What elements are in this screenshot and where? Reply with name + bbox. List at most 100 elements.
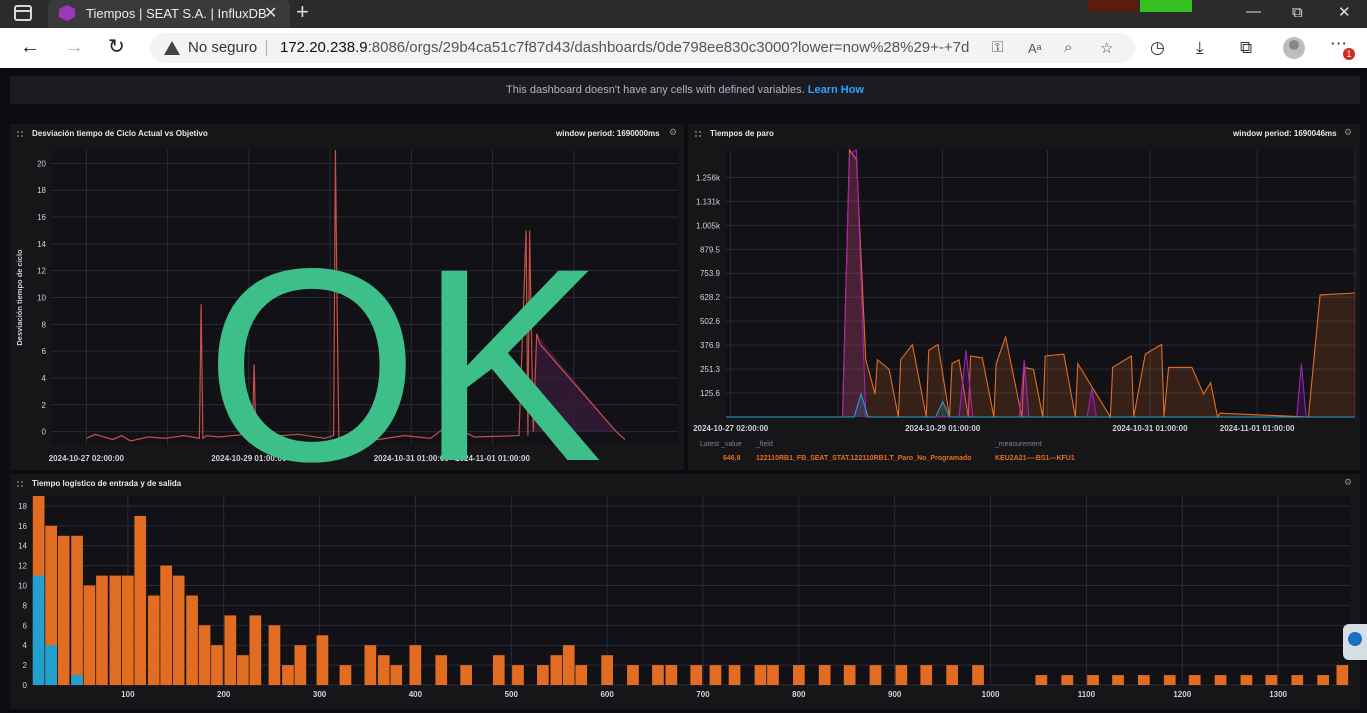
histogram-bar <box>294 645 307 685</box>
histogram-bar <box>282 665 294 685</box>
tab-actions-icon[interactable] <box>14 5 32 21</box>
histogram-bar <box>946 665 958 685</box>
histogram-bar <box>160 565 172 685</box>
logistic-histogram-chart[interactable]: 0 2 4 6 8 10 12 14 16 18 100 200 300 400 500 600 700 800 9… <box>10 474 1360 709</box>
y-tick-label: 8 <box>42 320 47 329</box>
refresh-icon[interactable]: ↻ <box>108 34 125 59</box>
x-tick-label: 800 <box>792 690 806 699</box>
y-tick-label: 10 <box>18 582 27 591</box>
notice-text: This dashboard doesn't have any cells wi… <box>506 84 805 96</box>
histogram-bar <box>1061 675 1074 685</box>
histogram-bar <box>109 575 122 685</box>
teamviewer-icon[interactable] <box>1343 624 1367 660</box>
histogram-bar <box>122 575 134 685</box>
history-icon[interactable]: ◷ <box>1150 38 1165 58</box>
histogram-bar <box>843 665 856 685</box>
y-tick-label: 879.5 <box>700 245 721 254</box>
x-tick-label: 2024-10-31 01:00:00 <box>1112 424 1188 433</box>
add-favorite-icon[interactable]: ☆ <box>1100 39 1113 57</box>
histogram-bar <box>895 665 908 685</box>
y-tick-label: 20 <box>37 159 46 168</box>
x-tick-label: 600 <box>600 690 614 699</box>
y-tick-label: 12 <box>18 562 27 571</box>
url-host: 172.20.238.9 <box>280 39 368 56</box>
y-tick-label: 1.005k <box>696 221 721 230</box>
ok-overlay-text: OK <box>205 212 602 470</box>
histogram-bar <box>652 665 664 685</box>
learn-how-link[interactable]: Learn How <box>808 84 864 96</box>
histogram-bar <box>537 665 549 685</box>
histogram-bar <box>71 535 83 685</box>
histogram-bar <box>32 575 45 685</box>
histogram-bar <box>665 665 678 685</box>
tab-title: Tiempos | SEAT S.A. | InfluxDB <box>86 6 267 21</box>
key-icon[interactable]: ⚿ <box>992 39 1003 56</box>
y-tick-label: 10 <box>37 294 46 303</box>
warning-icon[interactable] <box>164 41 180 55</box>
url-path: :8086/orgs/29b4ca51c7f87d43/dashboards/0… <box>367 39 970 56</box>
histogram-bar <box>172 575 185 685</box>
histogram-bar <box>134 515 147 685</box>
y-tick-label: 0 <box>23 681 28 690</box>
browser-tab[interactable]: Tiempos | SEAT S.A. | InfluxDB ✕ <box>48 0 290 28</box>
minimize-icon[interactable]: — <box>1246 3 1261 20</box>
x-tick-label: 1300 <box>1269 690 1287 699</box>
y-tick-label: 1.256k <box>696 173 721 182</box>
stop-times-cell: Tiempos de paro window period: 1690046ms… <box>688 124 1360 470</box>
histogram-bar <box>793 665 805 685</box>
dashboard: This dashboard doesn't have any cells wi… <box>0 68 1367 713</box>
histogram-bar <box>237 655 249 685</box>
forward-icon[interactable]: → <box>64 36 84 59</box>
read-aloud-icon[interactable]: Aᵃ <box>1028 41 1042 56</box>
x-tick-label: 2024-10-29 01:00:00 <box>905 424 981 433</box>
histogram-bar <box>1336 665 1349 685</box>
back-icon[interactable]: ← <box>20 36 40 59</box>
profile-icon[interactable] <box>1283 37 1305 59</box>
x-tick-label: 700 <box>696 690 710 699</box>
url-divider <box>266 40 267 56</box>
cycle-deviation-chart[interactable]: 024681012141618202024-10-27 02:00:00 2024… <box>10 124 684 470</box>
histogram-bar <box>57 535 70 685</box>
legend-header-measurement: _measurement <box>995 441 1042 448</box>
download-icon[interactable]: ⤓ <box>1196 38 1204 58</box>
new-tab-icon[interactable]: + <box>296 0 309 25</box>
address-bar: ← → ↻ No seguro 172.20.238.9:8086/orgs/2… <box>0 28 1367 68</box>
histogram-bar <box>198 625 211 685</box>
y-tick-label: 14 <box>18 542 27 551</box>
y-tick-label: 14 <box>37 240 46 249</box>
histogram-bar <box>767 665 779 685</box>
zoom-icon[interactable]: ⌕ <box>1064 39 1072 56</box>
collections-icon[interactable]: ⧉ <box>1240 38 1252 58</box>
y-tick-label: 2 <box>23 661 28 670</box>
variables-notice: This dashboard doesn't have any cells wi… <box>10 76 1360 104</box>
maximize-icon[interactable]: ⧉ <box>1292 4 1303 21</box>
histogram-bar <box>575 665 588 685</box>
histogram-bar <box>224 615 237 685</box>
histogram-bar <box>377 655 390 685</box>
histogram-bar <box>512 665 524 685</box>
tab-close-icon[interactable]: ✕ <box>264 3 277 23</box>
stop-times-chart[interactable]: 125.6 251.3 376.9 502.6 628.2 753.9 879.5 1.005… <box>688 124 1360 470</box>
plot-area <box>726 150 1355 417</box>
histogram-bar <box>364 645 377 685</box>
close-icon[interactable]: ✕ <box>1338 3 1351 21</box>
browser-tab-bar: Tiempos | SEAT S.A. | InfluxDB ✕ + — ⧉ ✕ <box>0 0 1367 28</box>
histogram-bar <box>627 665 639 685</box>
x-tick-label: 2024-10-27 02:00:00 <box>49 454 125 463</box>
histogram-bar <box>211 645 223 685</box>
security-label[interactable]: No seguro <box>188 39 257 56</box>
url-text[interactable]: 172.20.238.9:8086/orgs/29b4ca51c7f87d43/… <box>280 39 969 56</box>
x-tick-label: 2024-11-01 01:00:00 <box>1220 424 1295 433</box>
histogram-bar <box>83 585 96 685</box>
histogram-bar <box>1087 675 1099 685</box>
histogram-bar <box>186 595 198 685</box>
y-tick-label: 502.6 <box>700 317 721 326</box>
legend-field: 122110RB1_FB_SEAT_STAT.122110RB1.T_Paro_… <box>756 455 972 462</box>
legend-measurement: KEU2A21----BS1---KFU1 <box>995 455 1075 462</box>
y-tick-label: 753.9 <box>700 269 721 278</box>
histogram-bar <box>1291 675 1304 685</box>
y-axis-label: Desviación tiempo de ciclo <box>15 249 24 346</box>
y-tick-label: 4 <box>42 374 47 383</box>
url-field[interactable]: No seguro 172.20.238.9:8086/orgs/29b4ca5… <box>150 33 1135 63</box>
x-tick-label: 300 <box>313 690 327 699</box>
